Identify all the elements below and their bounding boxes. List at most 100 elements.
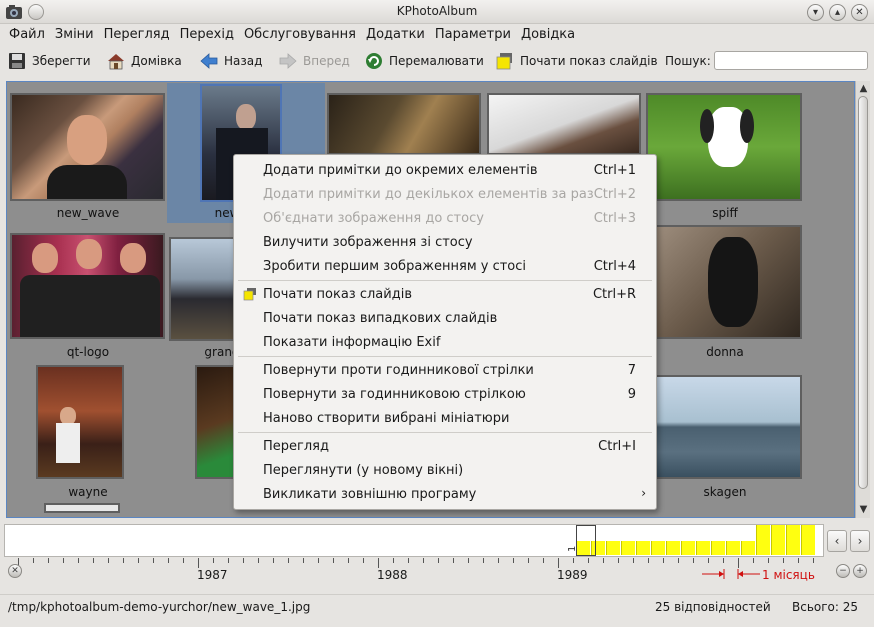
axis-tick: [48, 558, 49, 563]
home-label: Домівка: [131, 54, 182, 68]
axis-tick: [603, 558, 604, 563]
scale-indicator-icon: [702, 569, 760, 579]
timeline-count-bar[interactable]: 1: [642, 541, 665, 555]
thumbnail-image: [10, 233, 165, 339]
save-icon: [9, 53, 25, 69]
timeline-count-bar[interactable]: 1: [687, 541, 710, 555]
menu-separator: [238, 432, 652, 433]
axis-tick: [183, 558, 184, 563]
refresh-icon: [366, 53, 382, 69]
axis-tick: [768, 558, 769, 563]
menu-item-regenerate-thumbnails[interactable]: Наново створити вибрані мініатюри: [234, 407, 656, 429]
menu-separator: [238, 280, 652, 281]
timeline-next-button[interactable]: ›: [850, 530, 870, 552]
menu-file[interactable]: Файл: [4, 24, 50, 42]
clear-date-selection-icon[interactable]: ✕: [8, 564, 22, 578]
thumbnail-caption: skagen: [703, 485, 747, 499]
menu-item-view[interactable]: Перегляд Ctrl+I: [234, 435, 656, 457]
menu-settings[interactable]: Параметри: [430, 24, 516, 42]
timeline-count-bar[interactable]: 2: [792, 525, 815, 555]
menu-view[interactable]: Перегляд: [99, 24, 175, 42]
axis-tick: [753, 558, 754, 563]
axis-tick: [453, 558, 454, 563]
thumbnail-item[interactable]: new_wave: [8, 83, 167, 223]
close-button[interactable]: ✕: [851, 4, 868, 21]
axis-tick: [813, 558, 814, 563]
redraw-button[interactable]: Перемалювати: [364, 50, 484, 72]
menu-plugins[interactable]: Додатки: [361, 24, 430, 42]
scroll-down-icon[interactable]: ▼: [857, 503, 870, 516]
thumbnail-item[interactable]: spiff: [645, 83, 805, 223]
timeline-count-bar[interactable]: 1: [657, 541, 680, 555]
thumbnail-caption: new_wave: [56, 206, 120, 220]
menu-item-random-slideshow[interactable]: Почати показ випадкових слайдів: [234, 307, 656, 329]
axis-tick: [513, 558, 514, 563]
search-input[interactable]: [714, 51, 868, 70]
arrow-right-icon: [279, 53, 297, 69]
timeline-count-bar[interactable]: 1: [612, 541, 635, 555]
status-bar: /tmp/kphotoalbum-demo-yurchor/new_wave_1…: [0, 594, 874, 627]
zoom-out-icon[interactable]: −: [836, 564, 850, 578]
timeline-count-bar[interactable]: 1: [672, 541, 695, 555]
slideshow-button[interactable]: Почати показ слайдів: [495, 50, 658, 72]
zoom-in-icon[interactable]: +: [853, 564, 867, 578]
thumbnail-item[interactable]: qt-logo: [8, 223, 167, 363]
axis-tick: [123, 558, 124, 563]
thumbnail-item[interactable]: donna: [645, 223, 805, 363]
menu-item-unstack-images[interactable]: Вилучити зображення зі стосу: [234, 231, 656, 253]
menu-go[interactable]: Перехід: [175, 24, 239, 42]
arrow-left-icon: [200, 53, 218, 69]
timeline-count-bar[interactable]: 1: [732, 541, 755, 555]
axis-tick: [408, 558, 409, 563]
menu-item-stack-images[interactable]: Об'єднати зображення до стосу Ctrl+3: [234, 207, 656, 229]
context-menu: Додати примітки до окремих елементів Ctr…: [233, 154, 657, 510]
thumbnail-scrollbar[interactable]: ▲ ▼: [855, 81, 870, 518]
timeline-count-bar[interactable]: 2: [762, 525, 785, 555]
save-button[interactable]: Зберегти: [7, 50, 91, 72]
menu-item-annotate-multiple[interactable]: Додати примітки до декількох елементів з…: [234, 183, 656, 205]
forward-button[interactable]: Вперед: [278, 50, 350, 72]
timeline-count-bar[interactable]: 1: [597, 541, 620, 555]
menu-help[interactable]: Довідка: [516, 24, 580, 42]
home-button[interactable]: Домівка: [106, 50, 182, 72]
axis-tick: [93, 558, 94, 563]
maximize-button[interactable]: ▴: [829, 4, 846, 21]
menu-item-annotate-individual[interactable]: Додати примітки до окремих елементів Ctr…: [234, 159, 656, 181]
menu-item-slideshow[interactable]: Почати показ слайдів Ctrl+R: [234, 283, 656, 305]
thumbnail-image: [646, 375, 802, 479]
title-bar: KPhotoAlbum ▾ ▴ ✕: [0, 0, 874, 24]
menu-item-rotate-ccw[interactable]: Повернути проти годинникової стрілки 7: [234, 359, 656, 381]
thumbnail-item[interactable]: skagen: [645, 363, 805, 503]
axis-tick: [258, 558, 259, 563]
menu-item-make-stack-top[interactable]: Зробити першим зображенням у стосі Ctrl+…: [234, 255, 656, 277]
slideshow-icon: [243, 288, 256, 301]
scroll-up-icon[interactable]: ▲: [857, 82, 870, 95]
timeline-count-bar[interactable]: 2: [747, 525, 770, 555]
axis-tick: [588, 558, 589, 563]
timeline-count-bar[interactable]: 1: [627, 541, 650, 555]
minimize-button[interactable]: ▾: [807, 4, 824, 21]
date-timeline[interactable]: 2222111111111111: [4, 524, 824, 557]
axis-tick: [228, 558, 229, 563]
axis-tick: [288, 558, 289, 563]
timeline-selection[interactable]: [576, 525, 596, 556]
timeline-count-bar[interactable]: 2: [777, 525, 800, 555]
menu-item-rotate-cw[interactable]: Повернути за годинниковою стрілкою 9: [234, 383, 656, 405]
timeline-count-bar[interactable]: 1: [702, 541, 725, 555]
timeline-scale-label: 1 місяць: [762, 568, 815, 582]
year-label: 1989: [557, 568, 588, 582]
menu-item-view-new-window[interactable]: Переглянути (у новому вікні): [234, 459, 656, 481]
scrollbar-handle[interactable]: [858, 96, 868, 489]
menu-item-invoke-external[interactable]: Викликати зовнішню програму ›: [234, 483, 656, 505]
menu-maintenance[interactable]: Обслуговування: [239, 24, 361, 42]
thumbnail-image: [487, 93, 641, 155]
menu-edit[interactable]: Зміни: [50, 24, 99, 42]
axis-tick: [798, 558, 799, 563]
thumbnail-item[interactable]: wayne: [8, 363, 167, 513]
axis-tick: [468, 558, 469, 563]
timeline-prev-button[interactable]: ‹: [827, 530, 847, 552]
thumbnail-image: [646, 93, 802, 201]
menu-item-show-exif[interactable]: Показати інформацію Exif: [234, 331, 656, 353]
timeline-count-bar[interactable]: 1: [717, 541, 740, 555]
back-button[interactable]: Назад: [199, 50, 262, 72]
